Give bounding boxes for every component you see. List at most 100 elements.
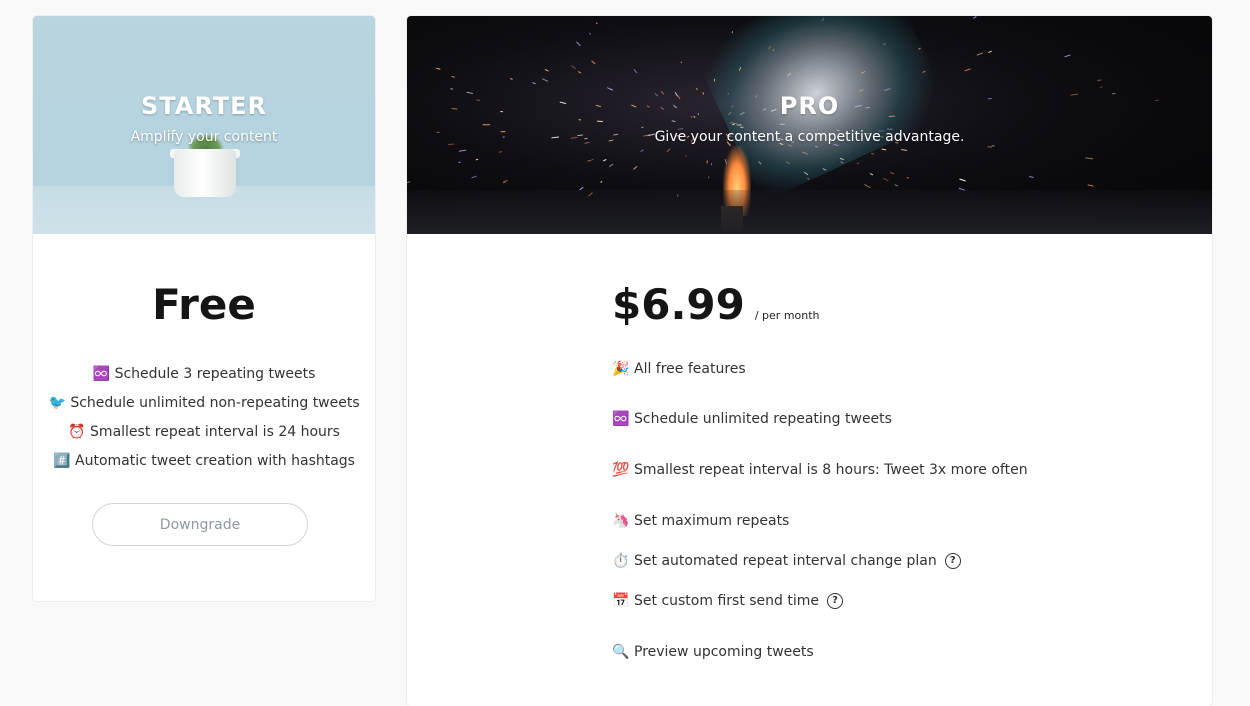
plan-title: STARTER [33,92,375,120]
spark [865,184,871,187]
feature-text: Schedule unlimited repeating tweets [634,411,892,427]
downgrade-button[interactable]: Downgrade [92,503,308,546]
starter-hero-image: STARTER Amplify your content [33,16,375,234]
spark [1029,176,1033,177]
spark [510,79,512,80]
plan-title: PRO [407,92,1212,120]
spark [965,69,971,71]
feature-item: ⏰Smallest repeat interval is 24 hours [33,418,375,447]
help-icon[interactable]: ? [827,593,843,609]
plan-price: Free [33,280,375,329]
spark [476,159,478,160]
spark [1065,55,1071,57]
feature-text: Smallest repeat interval is 8 hours: Twe… [634,462,1028,478]
spark [596,23,597,24]
feature-item: ♾️Schedule 3 repeating tweets [33,360,375,389]
spark [603,159,606,161]
feature-item: 🔍Preview upcoming tweets [612,640,814,664]
spark [686,155,687,157]
spark [871,153,874,154]
feature-text: Set maximum repeats [634,513,789,529]
feature-item: #️⃣Automatic tweet creation with hashtag… [33,447,375,476]
pro-hero-image: PRO Give your content a competitive adva… [407,16,1212,234]
spark [1085,158,1093,159]
spark [589,159,593,161]
spark [672,121,676,122]
feature-text: Set automated repeat interval change pla… [634,553,937,569]
plan-price-block: $6.99 / per month [612,280,820,329]
spark [883,178,888,180]
spark [882,149,887,150]
spark [499,152,502,153]
spark [959,179,965,181]
spark [607,88,610,90]
plan-subtitle: Amplify your content [33,129,375,145]
infinity-icon: ♾️ [612,407,630,431]
spark [977,53,983,55]
hundred-points-icon: 💯 [612,458,630,482]
feature-text: Smallest repeat interval is 24 hours [90,424,340,440]
spark [542,79,548,81]
feature-text: Schedule 3 repeating tweets [115,366,316,382]
spark [987,147,992,148]
bird-icon: 🐦 [48,389,66,418]
spark [459,150,466,151]
feature-text: Preview upcoming tweets [634,644,814,660]
feature-text: All free features [634,361,746,377]
spark [988,51,992,52]
feature-item: 🦄Set maximum repeats [612,509,789,533]
help-icon[interactable]: ? [945,553,961,569]
pro-plan-card: PRO Give your content a competitive adva… [407,16,1212,706]
spark [973,17,976,19]
spark [589,33,591,35]
spark [436,68,440,69]
spark [609,164,613,166]
spark [890,173,894,174]
spark [634,166,638,169]
feature-item: 💯Smallest repeat interval is 8 hours: Tw… [612,458,1028,482]
spark [907,177,909,178]
stopwatch-icon: ⏱️ [612,549,630,573]
spark [571,66,576,69]
party-popper-icon: 🎉 [612,357,630,381]
infinity-icon: ♾️ [93,360,111,389]
spark [450,89,453,90]
spark [641,150,644,152]
calendar-icon: 📅 [612,589,630,613]
feature-text: Automatic tweet creation with hashtags [75,453,355,469]
alarm-clock-icon: ⏰ [68,418,86,447]
spark [545,69,549,71]
spark [870,174,873,175]
spark [591,61,595,64]
feature-text: Set custom first send time [634,593,819,609]
starter-feature-list: ♾️Schedule 3 repeating tweets 🐦Schedule … [33,360,375,476]
feature-item: 🎉All free features [612,357,746,381]
spark [532,83,535,84]
magnifier-icon: 🔍 [612,640,630,664]
spark [857,163,859,164]
feature-item: 📅Set custom first send time? [612,589,843,613]
spark [471,176,476,178]
spark [601,181,602,182]
feature-item: ⏱️Set automated repeat interval change p… [612,549,961,573]
spark [895,185,899,187]
price-period: / per month [755,309,820,322]
spark [451,76,455,77]
spark [901,149,907,150]
spark [407,182,410,184]
plan-price: $6.99 [612,280,745,329]
spark [634,69,637,73]
plan-subtitle: Give your content a competitive advantag… [407,129,1212,145]
unicorn-icon: 🦄 [612,509,630,533]
spark [577,42,581,46]
spark [1088,185,1094,186]
hashtag-icon: #️⃣ [53,447,71,476]
starter-plan-card: STARTER Amplify your content Free ♾️Sche… [33,16,375,601]
feature-item: ♾️Schedule unlimited repeating tweets [612,407,892,431]
feature-text: Schedule unlimited non-repeating tweets [70,395,359,411]
feature-item: 🐦Schedule unlimited non-repeating tweets [33,389,375,418]
pot-decoration [174,149,236,197]
spark [578,71,581,73]
spark [1097,80,1101,81]
spark [667,149,670,152]
